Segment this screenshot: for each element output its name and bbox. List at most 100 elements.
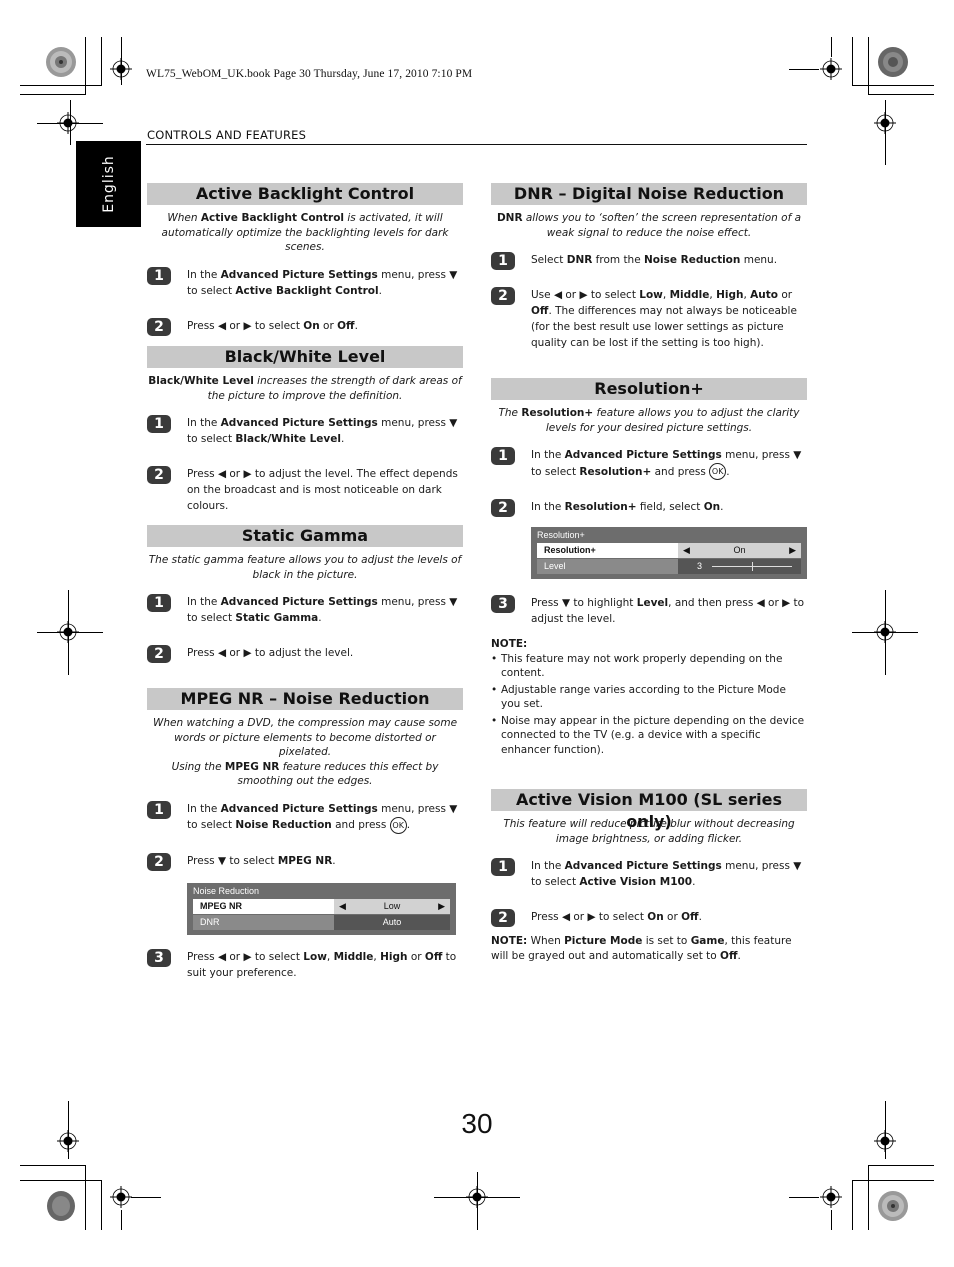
section-intro: This feature will reduce picture blur wi… — [503, 818, 795, 845]
section-mpeg-nr: MPEG NR – Noise Reduction When watching … — [147, 688, 463, 981]
osd-row-label: Level — [537, 559, 678, 574]
step-2: 2 In the Resolution+ field, select On. — [491, 499, 807, 517]
step-number-badge: 2 — [147, 466, 171, 484]
step-number-badge: 2 — [491, 287, 515, 305]
section-intro: The static gamma feature allows you to a… — [148, 554, 462, 581]
step-text: Select DNR from the Noise Reduction menu… — [531, 254, 778, 266]
osd-title: Resolution+ — [537, 530, 585, 540]
running-head: CONTROLS AND FEATURES — [147, 128, 307, 142]
note-item: Noise may appear in the picture dependin… — [491, 714, 807, 758]
section-intro: When Active Backlight Control is activat… — [161, 212, 449, 253]
step-text: Press ▼ to highlight Level, and then pre… — [531, 597, 805, 625]
section-intro: DNR allows you to ‘soften’ the screen re… — [496, 212, 802, 239]
step-number-badge: 2 — [491, 499, 515, 517]
color-target-icon — [47, 1191, 75, 1221]
step-1: 1 In the Advanced Picture Settings menu, … — [147, 415, 463, 447]
osd-row-mpeg-nr[interactable]: MPEG NR ◀ Low ▶ — [193, 898, 450, 914]
osd-row-label: Resolution+ — [537, 543, 678, 558]
step-text: In the Resolution+ field, select On. — [531, 501, 724, 513]
step-number-badge: 2 — [147, 645, 171, 663]
section-title: Static Gamma — [147, 525, 463, 547]
section-active-backlight: Active Backlight Control When Active Bac… — [147, 183, 463, 336]
note-item: This feature may not work properly depen… — [491, 652, 807, 681]
step-number-badge: 1 — [491, 447, 515, 465]
section-title: MPEG NR – Noise Reduction — [147, 688, 463, 710]
step-text: In the Advanced Picture Settings menu, p… — [187, 803, 457, 834]
step-number-badge: 2 — [491, 909, 515, 927]
section-black-white-level: Black/White Level Black/White Level incr… — [147, 346, 463, 514]
step-2: 2 Press ◀ or ▶ to select On or Off. — [491, 909, 807, 927]
left-arrow-icon[interactable]: ◀ — [339, 899, 346, 914]
step-text: Press ▼ to select MPEG NR. — [187, 854, 336, 867]
osd-row-value: 3 — [697, 561, 703, 571]
step-number-badge: 3 — [147, 948, 171, 967]
step-2: 2 Press ◀ or ▶ to adjust the level. — [147, 645, 463, 663]
step-text: In the Advanced Picture Settings menu, p… — [187, 596, 458, 624]
step-3: 3 Press ◀ or ▶ to select Low, Middle, Hig… — [147, 948, 463, 981]
step-number-badge: 1 — [147, 594, 171, 612]
section-resolution-plus: Resolution+ The Resolution+ feature allo… — [491, 378, 807, 759]
step-1: 1 In the Advanced Picture Settings menu, … — [147, 594, 463, 626]
step-number-badge: 1 — [147, 800, 171, 819]
section-dnr: DNR – Digital Noise Reduction DNR allows… — [491, 183, 807, 351]
section-title: Resolution+ — [491, 378, 807, 400]
step-text: In the Advanced Picture Settings menu, p… — [531, 449, 801, 480]
step-2: 2 Use ◀ or ▶ to select Low, Middle, High,… — [491, 287, 807, 351]
step-1: 1 In the Advanced Picture Settings menu, … — [147, 266, 463, 299]
note-item: Adjustable range varies according to the… — [491, 683, 807, 712]
section-title: Active Vision M100 (SL series only) — [491, 789, 807, 831]
step-number-badge: 2 — [147, 852, 171, 871]
color-target-icon — [878, 47, 908, 77]
step-2: 2 Press ◀ or ▶ to select On or Off. — [147, 317, 463, 336]
registration-mark-icon — [820, 1186, 842, 1208]
step-1: 1 Select DNR from the Noise Reduction men… — [491, 252, 807, 270]
step-1: 1 In the Advanced Picture Settings menu, … — [491, 447, 807, 480]
osd-row-label: MPEG NR — [193, 898, 334, 914]
note-label: NOTE: — [491, 638, 528, 650]
section-intro: When watching a DVD, the compression may… — [152, 717, 458, 787]
osd-row-label: DNR — [193, 914, 334, 930]
step-1: 1 In the Advanced Picture Settings menu, … — [491, 858, 807, 890]
header-rule — [146, 144, 807, 145]
resolution-note: NOTE: This feature may not work properly… — [491, 637, 807, 757]
right-arrow-icon[interactable]: ▶ — [789, 543, 796, 558]
section-title: DNR – Digital Noise Reduction — [491, 183, 807, 205]
registration-mark-icon — [110, 1186, 132, 1208]
step-number-badge: 1 — [491, 252, 515, 270]
step-text: Press ◀ or ▶ to select On or Off. — [531, 911, 702, 923]
step-2: 2 Press ▼ to select MPEG NR. — [147, 852, 463, 871]
page-number: 30 — [461, 1108, 493, 1139]
left-arrow-icon[interactable]: ◀ — [683, 543, 690, 558]
step-number-badge: 1 — [491, 858, 515, 876]
step-number-badge: 1 — [147, 415, 171, 433]
osd-row-resolution[interactable]: Resolution+ ◀ On ▶ — [537, 543, 801, 558]
osd-row-level[interactable]: Level 3 — [537, 559, 801, 574]
osd-row-value: On — [733, 545, 746, 555]
step-number-badge: 3 — [491, 595, 515, 613]
section-title: Active Backlight Control — [147, 183, 463, 205]
step-text: In the Advanced Picture Settings menu, p… — [531, 860, 802, 888]
level-slider[interactable] — [712, 559, 792, 574]
step-text: In the Advanced Picture Settings menu, p… — [187, 417, 458, 445]
section-active-vision: Active Vision M100 (SL series only) This… — [491, 789, 807, 963]
step-text: Use ◀ or ▶ to select Low, Middle, High, … — [531, 289, 797, 349]
right-arrow-icon[interactable]: ▶ — [438, 899, 445, 914]
osd-row-value: Auto — [382, 916, 402, 927]
registration-mark-icon — [820, 58, 842, 80]
step-text: Press ◀ or ▶ to select Low, Middle, High… — [187, 950, 457, 979]
osd-row-value: Low — [383, 900, 401, 911]
step-text: Press ◀ or ▶ to select On or Off. — [187, 319, 358, 332]
active-vision-note: NOTE: When Picture Mode is set to Game, … — [491, 935, 792, 962]
color-target-icon — [46, 47, 76, 77]
language-tab-label: English — [100, 155, 117, 213]
section-intro: Black/White Level increases the strength… — [148, 375, 462, 402]
slider-thumb[interactable] — [752, 562, 753, 571]
step-text: Press ◀ or ▶ to adjust the level. — [187, 647, 354, 659]
osd-title: Noise Reduction — [193, 885, 260, 896]
section-title: Black/White Level — [147, 346, 463, 368]
resolution-osd: Resolution+ Resolution+ ◀ On ▶ Level 3 — [531, 527, 807, 579]
step-1: 1 In the Advanced Picture Settings menu, … — [147, 800, 463, 834]
color-target-icon — [878, 1191, 908, 1221]
language-tab: English — [76, 141, 141, 227]
osd-row-dnr[interactable]: DNR Auto — [193, 914, 450, 930]
